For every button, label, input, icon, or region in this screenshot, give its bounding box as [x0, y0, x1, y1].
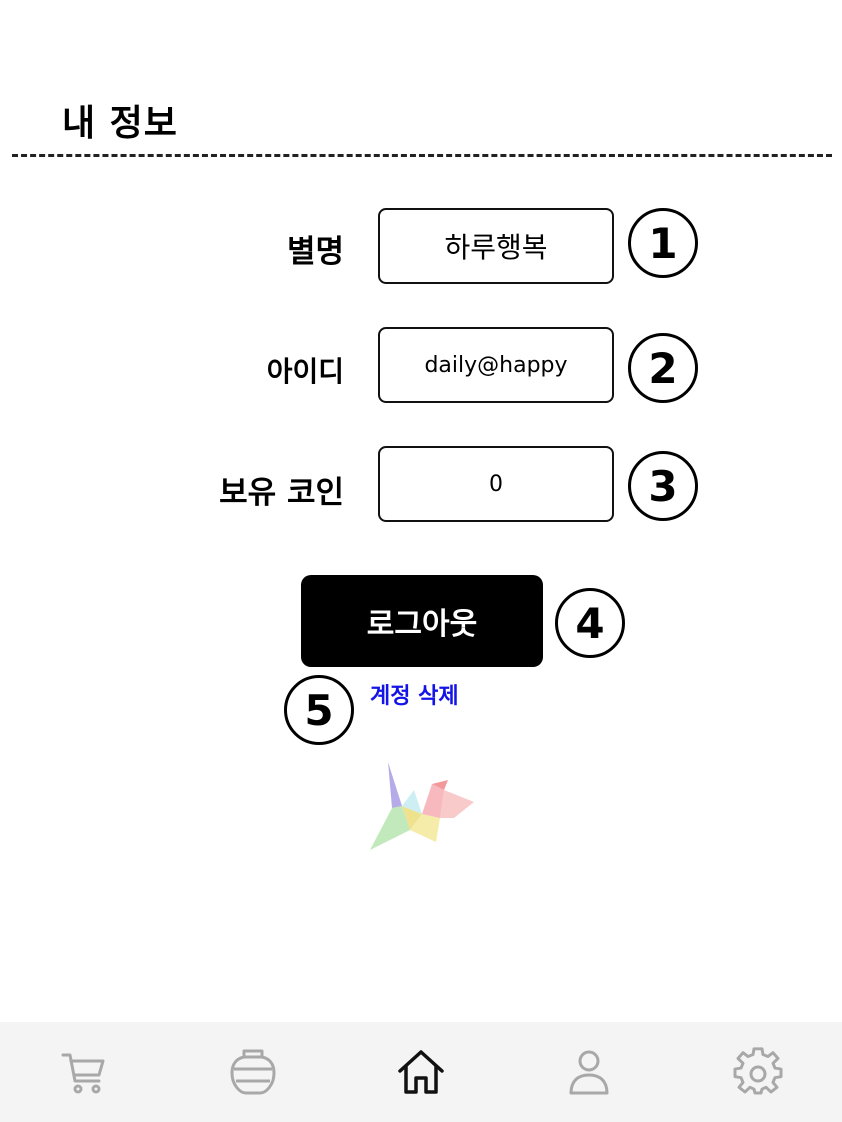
annotation-marker-2: 2 — [628, 333, 698, 403]
user-id-label: 아이디 — [266, 355, 344, 388]
jar-icon — [230, 1049, 276, 1095]
gear-icon — [733, 1047, 783, 1095]
user-id-field[interactable]: daily@happy — [378, 327, 614, 403]
nickname-field[interactable]: 하루행복 — [378, 208, 614, 284]
nav-item-settings[interactable] — [728, 1042, 788, 1102]
user-icon — [569, 1050, 609, 1095]
bottom-nav — [0, 1022, 842, 1122]
page-title: 내 정보 — [62, 103, 178, 144]
nav-item-profile[interactable] — [559, 1042, 619, 1102]
delete-account-link[interactable]: 계정 삭제 — [370, 678, 459, 710]
annotation-marker-1: 1 — [628, 208, 698, 278]
cart-icon — [61, 1053, 105, 1094]
coins-field[interactable]: 0 — [378, 446, 614, 522]
annotation-marker-3: 3 — [628, 451, 698, 521]
nav-item-jar[interactable] — [223, 1042, 283, 1102]
nickname-label: 별명 — [286, 234, 344, 270]
nav-item-cart[interactable] — [54, 1042, 114, 1102]
paper-crane-logo — [370, 762, 474, 850]
annotation-marker-5: 5 — [284, 675, 354, 745]
home-icon — [398, 1050, 444, 1094]
header-divider — [12, 154, 832, 157]
annotation-marker-4: 4 — [555, 588, 625, 658]
logout-button[interactable]: 로그아웃 — [301, 575, 543, 667]
nav-item-home[interactable] — [391, 1042, 451, 1102]
coins-label: 보유 코인 — [219, 475, 344, 511]
